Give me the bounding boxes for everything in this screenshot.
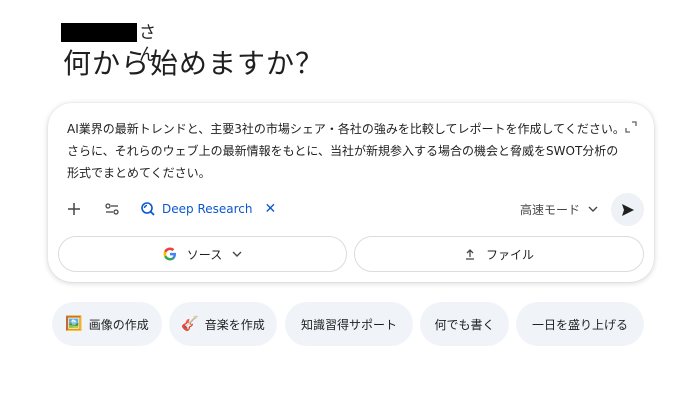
source-label: ソース xyxy=(186,247,223,262)
deep-research-icon xyxy=(140,201,156,217)
chevron-down-icon xyxy=(232,251,242,257)
suggestion-label: 知識習得サポート xyxy=(300,317,397,332)
close-icon[interactable]: ✕ xyxy=(264,201,276,217)
file-button[interactable]: ファイル xyxy=(354,236,644,272)
page-title: 何から始めますか？ xyxy=(63,47,325,80)
composer-toolbar: Deep Research ✕ 高速モード xyxy=(48,193,654,226)
suggestion-learning-support[interactable]: 知識習得サポート xyxy=(285,302,413,346)
guitar-icon: 🎸 xyxy=(181,316,199,332)
picture-icon: 🖼️ xyxy=(65,316,83,332)
expand-icon[interactable] xyxy=(624,120,638,134)
suggestion-create-music[interactable]: 🎸 音楽を作成 xyxy=(169,302,277,346)
source-button[interactable]: ソース xyxy=(58,236,347,272)
send-icon xyxy=(621,203,635,217)
mode-selector[interactable]: 高速モード xyxy=(520,196,598,222)
prompt-composer: AI業界の最新トレンドと、主要3社の市場シェア・各社の強みを比較してレポートを作… xyxy=(48,103,654,282)
suggestion-brighten-day[interactable]: 一日を盛り上げる xyxy=(516,302,644,346)
send-button[interactable] xyxy=(611,193,644,226)
suggestion-label: 何でも書く xyxy=(434,317,495,332)
file-label: ファイル xyxy=(485,247,534,262)
suggestion-create-image[interactable]: 🖼️ 画像の作成 xyxy=(52,302,162,346)
deep-research-chip[interactable]: Deep Research ✕ xyxy=(140,196,276,222)
chevron-down-icon xyxy=(588,206,598,212)
upload-icon xyxy=(464,248,476,260)
suggestion-label: 画像の作成 xyxy=(88,317,149,332)
deep-research-label: Deep Research xyxy=(162,202,253,216)
google-g-icon xyxy=(163,247,177,261)
suggestion-write-anything[interactable]: 何でも書く xyxy=(420,302,509,346)
plus-icon[interactable] xyxy=(61,196,87,222)
suggestion-label: 音楽を作成 xyxy=(204,317,265,332)
suggestion-label: 一日を盛り上げる xyxy=(531,317,628,332)
tune-icon[interactable] xyxy=(99,196,125,222)
mode-label: 高速モード xyxy=(519,202,580,217)
prompt-input[interactable]: AI業界の最新トレンドと、主要3社の市場シェア・各社の強みを比較してレポートを作… xyxy=(67,118,629,184)
redacted-username xyxy=(61,23,137,42)
